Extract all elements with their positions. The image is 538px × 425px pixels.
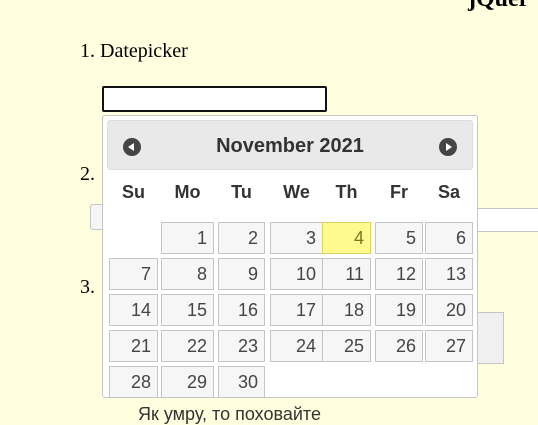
calendar-day[interactable]: 28 [109, 366, 158, 398]
datepicker-popup: November 2021 Su Mo Tu We Th Fr Sa 1 2 3 4 5 6 7 8 9 10… [102, 115, 478, 398]
datepicker-header: November 2021 [107, 120, 473, 170]
calendar-day[interactable]: 8 [161, 258, 214, 290]
calendar-day[interactable]: 19 [375, 294, 423, 326]
calendar-day[interactable]: 21 [109, 330, 158, 362]
calendar-day[interactable]: 27 [425, 330, 473, 362]
calendar-day[interactable]: 10 [270, 258, 323, 290]
calendar-day[interactable]: 13 [425, 258, 473, 290]
calendar-day[interactable]: 23 [218, 330, 265, 362]
calendar-day[interactable]: 6 [425, 222, 473, 254]
calendar-day[interactable]: 7 [109, 258, 158, 290]
list-number: 1. [80, 40, 95, 62]
calendar-day[interactable]: 16 [218, 294, 265, 326]
calendar-day[interactable]: 9 [218, 258, 265, 290]
calendar-day[interactable]: 2 [218, 222, 265, 254]
list-item-datepicker: 1. Datepicker [80, 40, 188, 63]
weekday-label: Su [121, 182, 145, 202]
list-number: 2. [80, 163, 95, 185]
calendar-day-today[interactable]: 4 [322, 222, 371, 254]
weekday-label: We [283, 182, 310, 202]
calendar-day[interactable]: 17 [270, 294, 323, 326]
calendar-day[interactable]: 1 [161, 222, 214, 254]
list-item-2: 2. [80, 163, 95, 186]
weekday-label: Tu [231, 182, 252, 202]
weekday-label: Th [335, 182, 358, 202]
page-heading-partial: jQuer [468, 0, 529, 13]
list-label: Datepicker [100, 40, 188, 62]
list-item-3: 3. [80, 276, 95, 299]
weekday-label: Sa [437, 182, 461, 202]
background-widget[interactable] [476, 312, 504, 364]
calendar-day[interactable]: 30 [218, 366, 265, 398]
calendar-day[interactable]: 25 [322, 330, 371, 362]
datepicker-input[interactable] [102, 86, 327, 112]
calendar-day[interactable]: 22 [161, 330, 214, 362]
bottom-text: Як умру, то поховайте [138, 404, 321, 424]
calendar-day[interactable]: 12 [375, 258, 423, 290]
calendar-day[interactable]: 14 [109, 294, 158, 326]
weekday-label: Fr [390, 182, 408, 202]
calendar-day[interactable]: 5 [375, 222, 423, 254]
calendar-day[interactable]: 26 [375, 330, 423, 362]
calendar-day[interactable]: 24 [270, 330, 323, 362]
month-year-title: November 2021 [216, 135, 364, 157]
calendar-day[interactable]: 18 [322, 294, 371, 326]
list-number: 3. [80, 276, 95, 298]
weekday-label: Mo [174, 182, 201, 202]
weekday-header: Su Mo Tu We Th Fr Sa [108, 182, 474, 206]
calendar-day[interactable]: 20 [425, 294, 473, 326]
calendar-day[interactable]: 3 [270, 222, 323, 254]
calendar-day[interactable]: 29 [161, 366, 214, 398]
background-input[interactable] [476, 208, 538, 232]
next-month-icon[interactable] [439, 138, 457, 156]
calendar-day[interactable]: 15 [161, 294, 214, 326]
calendar-day[interactable]: 11 [322, 258, 371, 290]
